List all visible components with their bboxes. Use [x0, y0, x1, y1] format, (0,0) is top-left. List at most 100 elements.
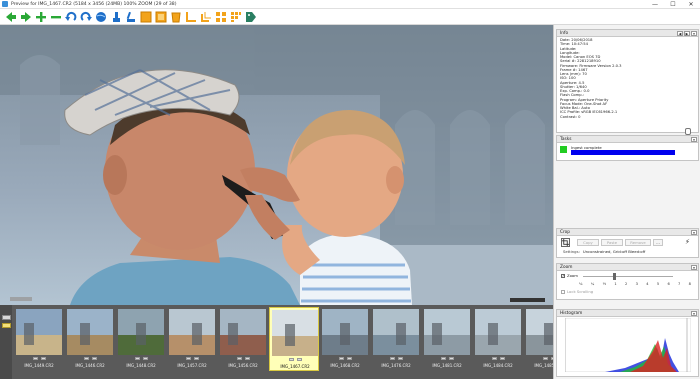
task-progress-bar [571, 150, 675, 155]
paint-icon[interactable] [109, 10, 122, 23]
crop-panel-title: Crop [560, 230, 571, 235]
zoom-slider-handle[interactable] [613, 273, 616, 280]
lock-scrolling-checkbox[interactable] [561, 290, 565, 294]
arrow-right-icon[interactable] [19, 10, 32, 23]
add-icon[interactable] [34, 10, 47, 23]
filmstrip-mode-button[interactable] [2, 315, 11, 320]
zoom-level-ticks: ⅛ ¼ ½ 1 2 3 4 5 6 7 8 [579, 282, 691, 286]
thumbnail-rating[interactable] [16, 357, 62, 361]
thumbnail-name: IMG_1449.CR2 [24, 363, 54, 368]
crop-corner-alt-icon[interactable] [199, 10, 212, 23]
thumbnail-name: IMG_1468.CR2 [330, 363, 360, 368]
zoom-level-tick[interactable]: 3 [636, 282, 638, 286]
zoom-slider-track[interactable] [583, 276, 673, 277]
crop-paste-button[interactable]: Paste [601, 239, 623, 246]
zoom-level-tick[interactable]: ⅛ [579, 282, 582, 286]
rotate-left-icon[interactable] [64, 10, 77, 23]
thumbnail[interactable]: IMG_1468.CR2 [320, 307, 370, 371]
close-button[interactable]: ✕ [682, 0, 700, 9]
zoom-checkbox[interactable]: ✓ [561, 274, 565, 278]
thumbnail-name: IMG_1484.CR2 [483, 363, 513, 368]
zoom-level-tick[interactable]: 8 [689, 282, 691, 286]
thumbnail-rating[interactable] [475, 357, 521, 361]
thumbnail-rating[interactable] [118, 357, 164, 361]
tag-icon[interactable] [244, 10, 257, 23]
panel-collapse-icon[interactable]: ▾ [691, 311, 697, 316]
thumbnail-image [424, 309, 470, 355]
maximize-button[interactable]: ☐ [664, 0, 682, 9]
zoom-level-tick[interactable]: 4 [646, 282, 648, 286]
toolbar [0, 9, 700, 25]
zoom-level-tick[interactable]: 2 [625, 282, 627, 286]
zoom-panel-title: Zoom [560, 265, 573, 270]
panel-right-icon[interactable]: ▶ [684, 31, 690, 36]
thumbnail-name: IMG_1467.CR2 [280, 364, 310, 369]
zoom-level-tick[interactable]: 5 [657, 282, 659, 286]
crop-corner-icon[interactable] [184, 10, 197, 23]
thumbnail-name: IMG_1457.CR2 [177, 363, 207, 368]
thumbnail-image [373, 309, 419, 355]
thumbnail-rating[interactable] [373, 357, 419, 361]
zoom-level-tick[interactable]: 6 [667, 282, 669, 286]
thumbnail[interactable]: IMG_1456.CR2 [218, 307, 268, 371]
crop-copy-button[interactable]: Copy [577, 239, 599, 246]
zoom-label: Zoom [567, 273, 578, 278]
tasks-panel-title: Tasks [560, 137, 572, 142]
thumbnail-rating[interactable] [272, 358, 318, 362]
thumbnail-image [16, 309, 62, 355]
thumbnail-name: IMG_1476.CR2 [381, 363, 411, 368]
clear-icon[interactable] [124, 10, 137, 23]
frame-single-icon[interactable] [139, 10, 152, 23]
crop-remove-button[interactable]: Remove [625, 239, 651, 246]
lightning-icon[interactable]: ⚡ [685, 238, 690, 246]
thumbnail[interactable]: IMG_1481.CR2 [422, 307, 472, 371]
globe-icon[interactable] [94, 10, 107, 23]
remove-icon[interactable] [49, 10, 62, 23]
thumbnail[interactable]: IMG_1476.CR2 [371, 307, 421, 371]
tasks-panel: Tasks ▾ Ingest complete [556, 135, 699, 161]
thumbnail-image [322, 309, 368, 355]
thumbnail[interactable]: IMG_1467.CR2 [269, 307, 319, 371]
thumbnail-name: IMG_1456.CR2 [228, 363, 258, 368]
zoom-level-tick[interactable]: 7 [678, 282, 680, 286]
arrow-left-icon[interactable] [4, 10, 17, 23]
thumbnail-rating[interactable] [220, 357, 266, 361]
thumbnail[interactable]: IMG_1448.CR2 [116, 307, 166, 371]
panel-left-icon[interactable]: ◀ [677, 31, 683, 36]
resize-handle[interactable] [685, 128, 691, 135]
grid-b-icon[interactable] [229, 10, 242, 23]
minimize-button[interactable]: — [646, 0, 664, 9]
info-lines: Date: 20/06/2018 Time: 10:47:54 Latitude: L… [557, 37, 698, 120]
lock-scrolling-label: Lock Scrolling [567, 289, 594, 294]
panel-collapse-icon[interactable]: ▾ [691, 31, 697, 36]
histogram-panel-title: Histogram [560, 311, 583, 316]
panel-collapse-icon[interactable]: ▾ [691, 265, 697, 270]
frame-double-icon[interactable] [154, 10, 167, 23]
thumbnail-image [475, 309, 521, 355]
rotate-right-icon[interactable] [79, 10, 92, 23]
thumbnail[interactable]: IMG_1457.CR2 [167, 307, 217, 371]
crop-more-button[interactable]: ... [653, 239, 663, 246]
thumbnail-rating[interactable] [322, 357, 368, 361]
thumbnail-image [67, 309, 113, 355]
thumbnail[interactable]: IMG_1446.CR2 [65, 307, 115, 371]
panel-collapse-icon[interactable]: ▾ [691, 230, 697, 235]
crop-tool-icon[interactable] [561, 238, 570, 247]
thumbnail-rating[interactable] [169, 357, 215, 361]
thumbnail[interactable]: IMG_1484.CR2 [473, 307, 523, 371]
bucket-icon[interactable] [169, 10, 182, 23]
zoom-level-tick[interactable]: ¼ [591, 282, 594, 286]
filmstrip-mode-selected-button[interactable] [2, 323, 11, 328]
crop-panel: Crop ▾ Copy Paste Remove ... ⚡ Settings:… [556, 228, 699, 258]
thumbnail-image [169, 309, 215, 355]
thumbnail[interactable]: IMG_1449.CR2 [14, 307, 64, 371]
filmstrip: IMG_1449.CR2 IMG_1446.CR2 IMG_1448.CR2 IMG_… [0, 305, 572, 379]
grid-a-icon[interactable] [214, 10, 227, 23]
thumbnail-rating[interactable] [424, 357, 470, 361]
task-status-indicator [560, 146, 567, 153]
image-preview[interactable] [0, 25, 553, 305]
zoom-level-tick[interactable]: ½ [603, 282, 606, 286]
zoom-level-tick[interactable]: 1 [614, 282, 616, 286]
panel-collapse-icon[interactable]: ▾ [691, 137, 697, 142]
thumbnail-rating[interactable] [67, 357, 113, 361]
